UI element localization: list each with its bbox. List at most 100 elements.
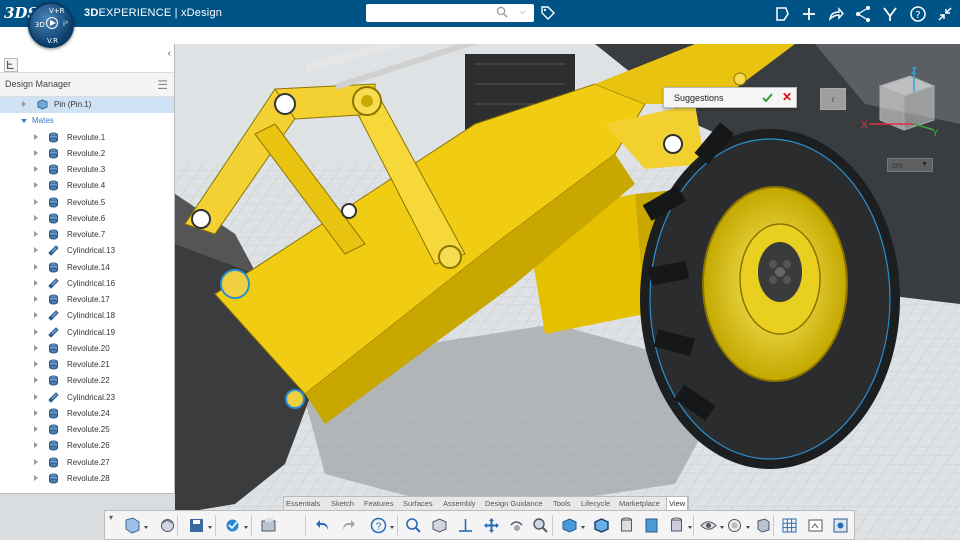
capture-icon[interactable]: [806, 516, 825, 535]
expand-arrow-icon[interactable]: [34, 426, 38, 432]
tab-assembly[interactable]: Assembly: [441, 497, 478, 510]
tree-item-mate[interactable]: Revolute.7: [0, 227, 174, 243]
expand-arrow-icon[interactable]: [34, 247, 38, 254]
expand-arrow-icon[interactable]: [34, 133, 38, 140]
chevron-down-icon[interactable]: [390, 526, 394, 529]
network-icon[interactable]: [853, 4, 873, 24]
tab-tools[interactable]: Tools: [551, 497, 573, 510]
tab-features[interactable]: Features: [362, 497, 396, 510]
tab-view[interactable]: View: [666, 497, 689, 510]
zoom-icon[interactable]: [404, 516, 423, 535]
tools-icon[interactable]: [880, 4, 900, 24]
expand-arrow-icon[interactable]: [34, 214, 38, 221]
compass-widget[interactable]: V+R 3D i³ V.R: [28, 2, 74, 48]
expand-arrow-icon[interactable]: [34, 442, 38, 449]
tree-item-mate[interactable]: Revolute.22: [0, 373, 174, 389]
units-select[interactable]: cm ▼: [887, 158, 933, 172]
expand-arrow-icon[interactable]: [34, 344, 38, 351]
grid-icon[interactable]: [780, 516, 799, 535]
tree-view-icon[interactable]: [4, 58, 18, 72]
undo-icon[interactable]: [313, 516, 332, 535]
tree-item-mate[interactable]: Revolute.25: [0, 422, 174, 438]
section-icon[interactable]: [642, 516, 661, 535]
tab-sketch[interactable]: Sketch: [329, 497, 356, 510]
search-dropdown-icon[interactable]: ⌵: [519, 6, 526, 17]
cut-part-icon[interactable]: [123, 516, 142, 535]
expand-arrow-icon[interactable]: [22, 101, 26, 107]
pan-icon[interactable]: [482, 516, 501, 535]
expand-arrow-icon[interactable]: [34, 166, 38, 172]
expand-arrow-icon[interactable]: [34, 377, 38, 384]
forward-icon[interactable]: [826, 4, 846, 24]
inspect-icon[interactable]: [531, 516, 550, 535]
share-icon[interactable]: [772, 4, 792, 24]
redo-icon[interactable]: [339, 516, 358, 535]
search-icon[interactable]: [496, 6, 508, 18]
chevron-down-icon[interactable]: [720, 526, 724, 529]
tree-item-mate[interactable]: Cylindrical.16: [0, 276, 174, 292]
collapse-panel-icon[interactable]: ‹: [168, 48, 171, 59]
tree-item-mate[interactable]: Revolute.2: [0, 146, 174, 162]
expand-arrow-icon[interactable]: [34, 198, 38, 205]
tree-item-mate[interactable]: Revolute.14: [0, 260, 174, 276]
chevron-down-icon[interactable]: [746, 526, 750, 529]
expand-arrow-icon[interactable]: [34, 149, 38, 156]
chevron-down-icon[interactable]: [244, 526, 248, 529]
shaded-icon[interactable]: [560, 516, 579, 535]
tree-item-mate[interactable]: Revolute.6: [0, 211, 174, 227]
search-input[interactable]: ⌵: [366, 4, 534, 22]
expand-arrow-icon[interactable]: [34, 393, 38, 400]
expand-arrow-icon[interactable]: [34, 279, 38, 286]
expand-arrow-icon[interactable]: [34, 231, 38, 237]
accept-suggestions-icon[interactable]: [762, 92, 774, 104]
cylinder-icon[interactable]: [617, 516, 636, 535]
cylinder-section-icon[interactable]: [667, 516, 686, 535]
tree-item-mate[interactable]: Revolute.4: [0, 178, 174, 194]
save-icon[interactable]: [187, 516, 206, 535]
add-icon[interactable]: [799, 4, 819, 24]
chevron-down-icon[interactable]: [688, 526, 692, 529]
material-icon[interactable]: [725, 516, 744, 535]
close-icon[interactable]: ✕: [782, 90, 792, 104]
shaded-edges-icon[interactable]: [592, 516, 611, 535]
expand-arrow-icon[interactable]: [34, 328, 38, 335]
view-cube[interactable]: Z X Y: [860, 64, 944, 140]
tree-item-mate[interactable]: Revolute.24: [0, 406, 174, 422]
expand-arrow-icon[interactable]: [34, 409, 38, 416]
tree-item-mate[interactable]: Revolute.5: [0, 195, 174, 211]
collapse-right-panel-button[interactable]: ‹: [820, 88, 846, 110]
expand-arrow-icon[interactable]: [34, 296, 38, 302]
help-icon[interactable]: ?: [369, 516, 388, 535]
chevron-down-icon[interactable]: [581, 526, 585, 529]
tree-item-mate[interactable]: Revolute.26: [0, 438, 174, 454]
tree-item-mates[interactable]: Mates: [0, 113, 174, 129]
rotate-part-icon[interactable]: [158, 516, 177, 535]
tab-design-guidance[interactable]: Design Guidance: [483, 497, 545, 510]
action-bar-menu-icon[interactable]: ▾: [109, 513, 113, 522]
tree-item-mate[interactable]: Cylindrical.19: [0, 325, 174, 341]
view-cube-icon[interactable]: [430, 516, 449, 535]
menu-icon[interactable]: ☰: [157, 78, 168, 92]
tree-item-mate[interactable]: Revolute.3: [0, 162, 174, 178]
expand-arrow-icon[interactable]: [34, 458, 38, 465]
tree-item-mate[interactable]: Revolute.1: [0, 130, 174, 146]
help-icon[interactable]: ?: [908, 4, 928, 24]
tree-item-mate[interactable]: Cylindrical.13: [0, 243, 174, 259]
tab-marketplace[interactable]: Marketplace: [617, 497, 662, 510]
chevron-down-icon[interactable]: [144, 526, 148, 529]
expand-arrow-icon[interactable]: [34, 263, 38, 270]
tree-item-mate[interactable]: Revolute.27: [0, 455, 174, 471]
tag-icon[interactable]: [540, 5, 556, 21]
tree-item-mate[interactable]: Cylindrical.23: [0, 390, 174, 406]
tree-item-mate[interactable]: Cylindrical.18: [0, 308, 174, 324]
play-icon[interactable]: [46, 17, 58, 29]
tree-item-mate[interactable]: Revolute.17: [0, 292, 174, 308]
tab-lifecycle[interactable]: Lifecycle: [579, 497, 612, 510]
tree-item-root[interactable]: Pin (Pin.1): [0, 97, 174, 114]
manage-icon[interactable]: [259, 516, 278, 535]
visibility-icon[interactable]: [699, 516, 718, 535]
model-canvas[interactable]: [175, 44, 960, 540]
collapse-icon[interactable]: [935, 4, 955, 24]
rotate-view-icon[interactable]: [507, 516, 526, 535]
tree-item-mate[interactable]: Revolute.28: [0, 471, 174, 487]
